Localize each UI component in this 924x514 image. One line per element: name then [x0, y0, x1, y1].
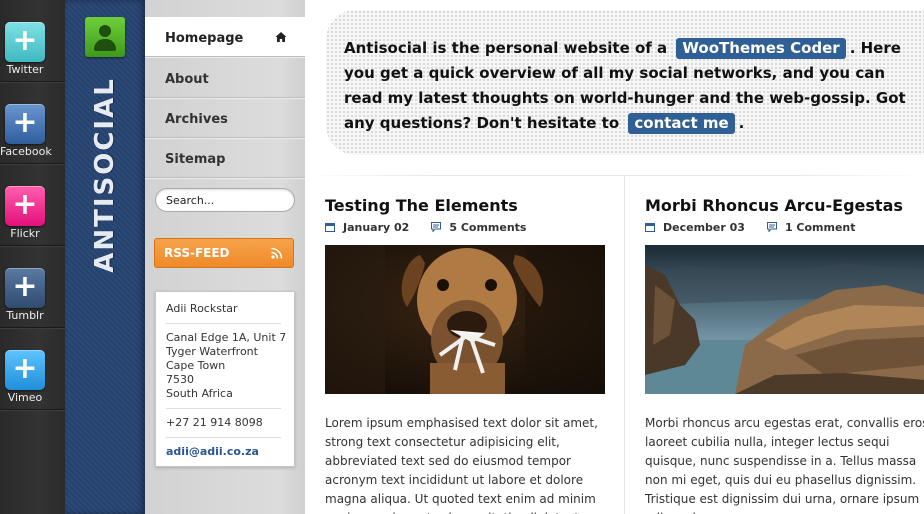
plus-icon: + [12, 187, 38, 222]
brand-bar: ANTISOCIAL [65, 0, 145, 514]
post-excerpt: Morbi rhoncus arcu egestas erat, convall… [645, 416, 924, 514]
nav-sidebar: Homepage About Archives Sitemap RSS-FEED… [145, 0, 305, 514]
search-input[interactable] [155, 188, 295, 212]
calendar-icon [325, 223, 335, 232]
rss-icon [271, 247, 283, 259]
post-meta: December 03 1 Comment [645, 221, 924, 237]
rss-feed-button[interactable]: RSS-FEED [154, 238, 294, 268]
comment-icon [431, 222, 442, 232]
divider [166, 323, 281, 324]
nav-item-label: Sitemap [165, 152, 226, 167]
nav-item-archives[interactable]: Archives [145, 98, 305, 138]
site-title[interactable]: ANTISOCIAL [90, 75, 120, 275]
woothemes-link[interactable]: WooThemes Coder [676, 38, 846, 59]
post-title[interactable]: Testing The Elements [325, 196, 615, 215]
page: + Twitter + Facebook + Flickr + Tumblr +… [0, 0, 924, 514]
post-meta: January 02 5 Comments [325, 221, 615, 237]
contact-name: Adii Rockstar [166, 302, 238, 315]
address-line: Cape Town [166, 359, 226, 372]
comment-icon [766, 222, 777, 232]
post-card: Morbi Rhoncus Arcu-Egestas December 03 1… [645, 196, 924, 514]
social-label: Twitter [6, 63, 44, 76]
home-icon [275, 32, 287, 42]
address-line: 7530 [166, 373, 194, 386]
post-image-cliffs[interactable] [645, 245, 924, 394]
nav-item-homepage[interactable]: Homepage [145, 17, 305, 57]
plus-icon: + [12, 23, 38, 58]
nav-item-label: Homepage [165, 31, 244, 46]
post-comments[interactable]: 1 Comment [785, 221, 856, 234]
phone-number: +27 21 914 8098 [166, 416, 263, 429]
divider [305, 175, 924, 176]
intro-text-part: Antisocial is the personal website of a [344, 39, 668, 57]
social-link-flickr[interactable]: + Flickr [0, 164, 65, 246]
post-comments[interactable]: 5 Comments [449, 221, 526, 234]
contact-link[interactable]: contact me [628, 113, 735, 134]
address-line: South Africa [166, 387, 233, 400]
address-line: Canal Edge 1A, Unit 7 [166, 331, 287, 344]
social-label: Vimeo [7, 391, 43, 404]
column-divider [624, 175, 625, 514]
intro-text-part: . [738, 114, 745, 132]
social-link-tumblr[interactable]: + Tumblr [0, 246, 65, 328]
post-card: Testing The Elements January 02 5 Commen… [325, 196, 615, 514]
plus-icon: + [12, 269, 38, 304]
rss-label: RSS-FEED [164, 246, 230, 260]
post-title[interactable]: Morbi Rhoncus Arcu-Egestas [645, 196, 924, 215]
nav-item-label: Archives [165, 112, 228, 127]
social-link-facebook[interactable]: + Facebook [0, 82, 65, 164]
contact-card: Adii Rockstar Canal Edge 1A, Unit 7 Tyge… [155, 291, 295, 467]
nav-item-sitemap[interactable]: Sitemap [145, 138, 305, 178]
email-link[interactable]: adii@adii.co.za [166, 445, 294, 459]
social-label: Flickr [10, 227, 40, 240]
user-icon[interactable] [85, 17, 125, 57]
social-label: Tumblr [6, 309, 44, 322]
social-link-vimeo[interactable]: + Vimeo [0, 328, 65, 410]
post-date: January 02 [343, 221, 410, 234]
intro-text: Antisocial is the personal website of a … [344, 36, 914, 136]
nav-item-label: About [165, 72, 209, 87]
divider [166, 437, 281, 438]
address-line: Tyger Waterfront [166, 345, 258, 358]
calendar-icon [645, 223, 655, 232]
plus-icon: + [12, 351, 38, 386]
post-excerpt: Lorem ipsum emphasised text dolor sit am… [325, 416, 598, 514]
post-image-dog[interactable] [325, 245, 605, 394]
divider [166, 408, 281, 409]
social-link-twitter[interactable]: + Twitter [0, 0, 65, 82]
social-sidebar: + Twitter + Facebook + Flickr + Tumblr +… [0, 0, 65, 514]
nav-item-about[interactable]: About [145, 58, 305, 98]
plus-icon: + [12, 105, 38, 140]
post-date: December 03 [663, 221, 745, 234]
social-label: Facebook [0, 145, 52, 158]
